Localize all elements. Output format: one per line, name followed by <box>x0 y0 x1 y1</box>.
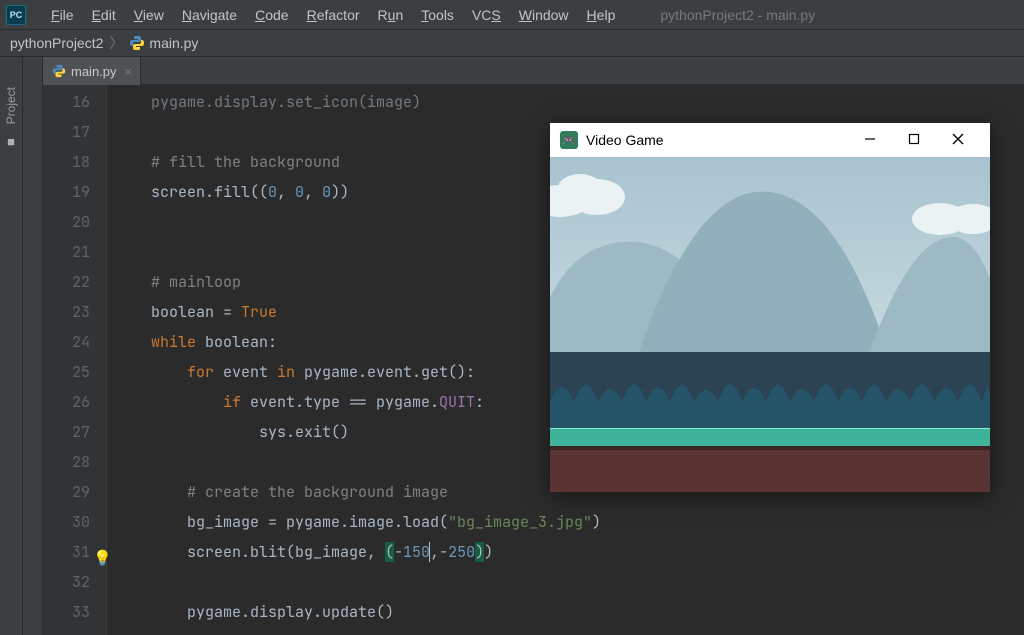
game-app-icon: 🎮 <box>560 131 578 149</box>
tab-label: main.py <box>71 64 117 79</box>
menu-run[interactable]: Run <box>369 7 413 23</box>
breadcrumb-project[interactable]: pythonProject2 <box>10 35 103 51</box>
intention-bulb-icon[interactable]: 💡 <box>93 543 112 573</box>
minimize-button[interactable] <box>848 133 892 148</box>
menu-window[interactable]: Window <box>510 7 578 23</box>
tab-main-py[interactable]: main.py × <box>43 57 141 85</box>
folder-icon: ■ <box>7 134 15 149</box>
menu-tools[interactable]: Tools <box>412 7 463 23</box>
breadcrumb-file[interactable]: main.py <box>149 35 198 51</box>
game-canvas <box>550 157 990 492</box>
menu-code[interactable]: Code <box>246 7 297 23</box>
menubar: PC File Edit View Navigate Code Refactor… <box>0 0 1024 30</box>
menu-help[interactable]: Help <box>578 7 625 23</box>
menu-navigate[interactable]: Navigate <box>173 7 246 23</box>
menu-refactor[interactable]: Refactor <box>298 7 369 23</box>
close-button[interactable] <box>936 133 980 148</box>
tab-bar: main.py × <box>43 57 1024 85</box>
chevron-icon: 〉 <box>109 33 123 53</box>
game-titlebar[interactable]: 🎮 Video Game <box>550 123 990 157</box>
game-window[interactable]: 🎮 Video Game <box>550 123 990 492</box>
python-file-icon <box>51 63 67 79</box>
breadcrumb: pythonProject2 〉 main.py <box>0 30 1024 57</box>
project-panel-collapsed[interactable] <box>23 57 43 635</box>
project-tool-label[interactable]: Project <box>4 87 18 124</box>
tool-strip: Project ■ <box>0 57 23 635</box>
menu-file[interactable]: File <box>42 7 83 23</box>
menu-view[interactable]: View <box>125 7 173 23</box>
window-title: pythonProject2 - main.py <box>660 7 815 23</box>
menu-edit[interactable]: Edit <box>83 7 125 23</box>
python-file-icon <box>129 35 145 51</box>
app-logo: PC <box>6 5 26 25</box>
menu-vcs[interactable]: VCS <box>463 7 510 23</box>
line-gutter: 16171819202122232425262728293031💡3233 <box>43 85 107 635</box>
maximize-button[interactable] <box>892 133 936 148</box>
game-window-title: Video Game <box>586 132 848 148</box>
close-icon[interactable]: × <box>125 64 133 79</box>
